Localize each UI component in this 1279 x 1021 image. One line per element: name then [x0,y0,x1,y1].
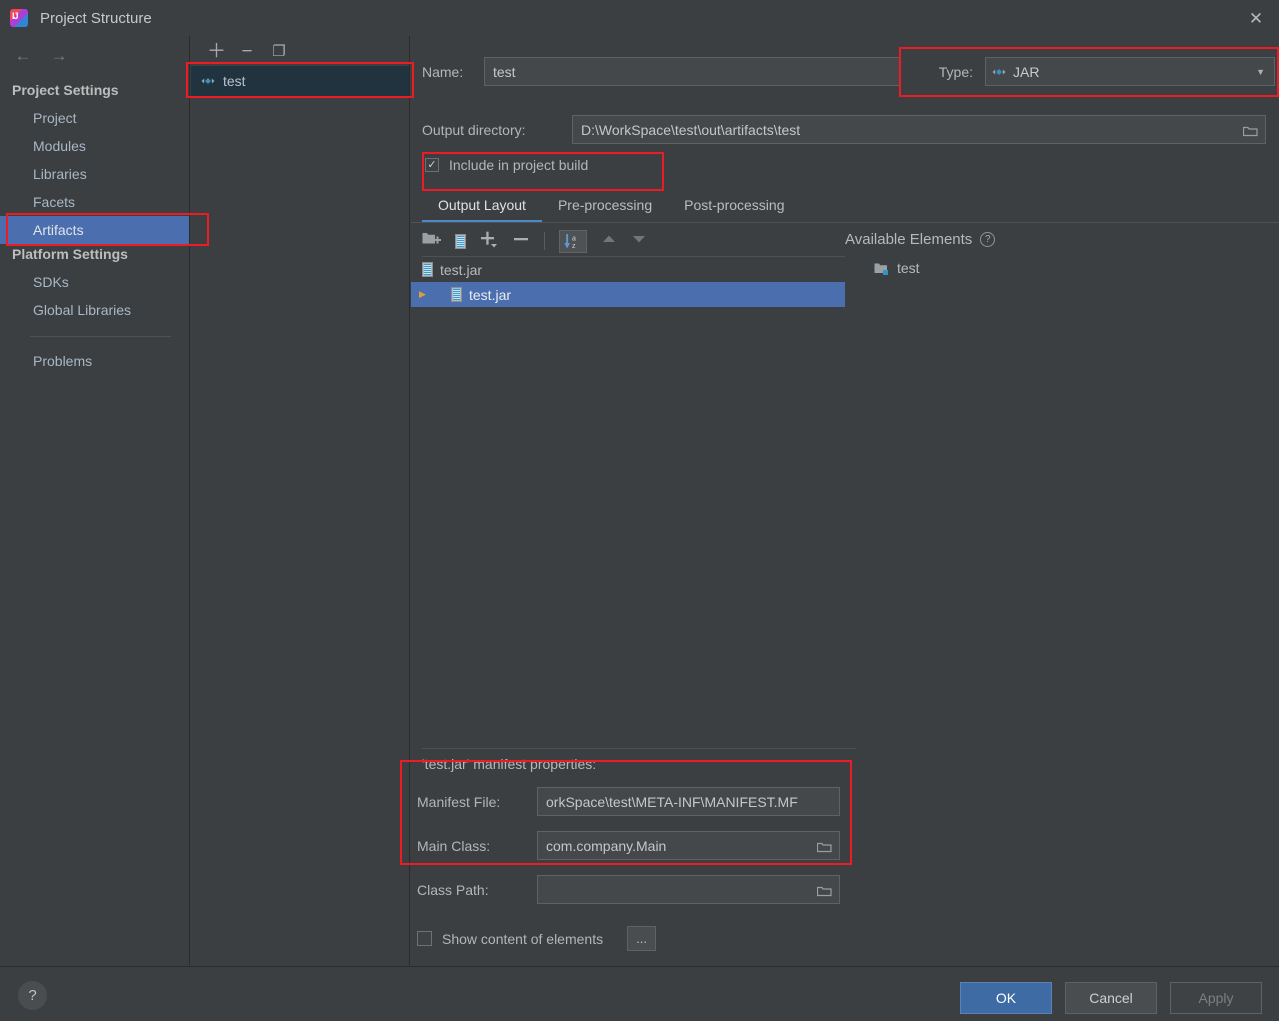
tabs-divider [411,222,1279,223]
module-folder-icon [874,262,889,275]
available-elements-header: Available Elements ? [845,231,996,248]
available-element-item-test[interactable]: test [874,260,920,276]
svg-text:a: a [572,235,576,242]
manifest-file-input[interactable]: orkSpace\test\META-INF\MANIFEST.MF [537,787,840,816]
artifacts-toolbar: ＋ − ❐ [191,36,409,66]
add-directory-button[interactable] [422,231,441,252]
output-directory-value: D:\WorkSpace\test\out\artifacts\test [581,121,801,138]
tree-row-label: test.jar [440,261,483,278]
tree-row[interactable]: ▶ test.jar [411,282,845,307]
show-content-label: Show content of elements [442,930,604,947]
add-artifact-button[interactable]: ＋ [207,42,226,61]
settings-sidebar: ← → Project Settings Project Modules Lib… [0,36,190,965]
artifact-list-item-label: test [223,73,246,89]
manifest-section-title: 'test.jar' manifest properties: [422,756,597,772]
help-button[interactable]: ? [18,981,47,1010]
sidebar-item-artifacts[interactable]: Artifacts [0,216,189,244]
window-title: Project Structure [40,9,152,27]
sidebar-divider [30,336,171,337]
artifact-diamond-icon [201,74,215,88]
available-elements-title: Available Elements [845,231,973,248]
tab-post-processing[interactable]: Post-processing [668,197,800,222]
sidebar-group-platform-settings: Platform Settings [12,246,128,262]
artifact-tabs: Output Layout Pre-processing Post-proces… [422,190,801,222]
tree-row[interactable]: test.jar [411,257,845,282]
manifest-file-label: Manifest File: [417,793,501,810]
help-circle-icon[interactable]: ? [980,232,996,247]
close-icon[interactable]: ✕ [1233,0,1279,36]
artifact-diamond-icon [992,65,1006,79]
add-archive-button[interactable] [455,233,466,249]
manifest-file-row: Manifest File: orkSpace\test\META-INF\MA… [417,787,840,816]
artifact-type-value: JAR [1013,63,1040,80]
title-bar: Project Structure ✕ [0,0,1279,36]
include-in-build-label: Include in project build [449,157,589,173]
output-directory-input[interactable]: D:\WorkSpace\test\out\artifacts\test [572,115,1266,144]
expander-triangle-icon[interactable]: ▶ [419,289,430,300]
sidebar-item-project[interactable]: Project [0,104,189,132]
name-type-row: Name: test Type: JAR ▼ [422,57,1277,86]
artifact-type-select[interactable]: JAR ▼ [985,57,1275,86]
tab-output-layout[interactable]: Output Layout [422,197,542,222]
output-layout-tree: test.jar ▶ test.jar [411,257,845,307]
forward-arrow-icon[interactable]: → [50,46,68,66]
sidebar-item-modules[interactable]: Modules [0,132,189,160]
include-in-build-row[interactable]: ✓ Include in project build [425,157,588,173]
class-path-input[interactable] [537,875,840,904]
folder-icon[interactable] [1242,124,1258,136]
type-label: Type: [938,63,973,80]
artifacts-list-panel: ＋ − ❐ test [191,36,410,965]
sidebar-group-project-settings: Project Settings [12,82,119,98]
show-content-checkbox[interactable] [417,931,432,946]
artifact-name-input[interactable]: test [484,57,901,86]
project-structure-dialog: Project Structure ✕ ← → Project Settings… [0,0,1279,1021]
artifact-editor-panel: Name: test Type: JAR ▼ Output directory:… [411,36,1279,965]
class-path-label: Class Path: [417,881,489,898]
sidebar-item-sdks[interactable]: SDKs [0,268,189,296]
class-path-row: Class Path: [417,875,840,904]
main-class-label: Main Class: [417,837,491,854]
sort-alphabetically-button[interactable]: a z [559,229,587,253]
main-class-row: Main Class: com.company.Main [417,831,840,860]
available-element-label: test [897,260,920,276]
back-arrow-icon[interactable]: ← [14,46,32,66]
sidebar-item-libraries[interactable]: Libraries [0,160,189,188]
svg-text:z: z [572,243,576,250]
tab-pre-processing[interactable]: Pre-processing [542,197,668,222]
main-class-input[interactable]: com.company.Main [537,831,840,860]
output-directory-label: Output directory: [422,121,526,138]
main-class-value: com.company.Main [546,837,667,854]
folder-icon[interactable] [816,840,832,852]
sidebar-navigation: ← → [0,36,189,70]
name-label: Name: [422,63,464,80]
artifact-list-item-test[interactable]: test [191,66,409,96]
output-layout-toolbar: a z [422,227,647,255]
apply-button[interactable]: Apply [1170,982,1262,1014]
ok-button[interactable]: OK [960,982,1052,1014]
manifest-section-divider [422,748,856,749]
move-down-button[interactable] [631,232,647,250]
sidebar-item-problems[interactable]: Problems [0,347,189,375]
copy-artifact-button[interactable]: ❐ [271,44,287,59]
jar-icon [451,287,462,302]
dialog-button-bar: ? OK Cancel Apply [0,966,1279,1021]
remove-element-button[interactable] [512,230,530,253]
tree-row-label: test.jar [469,286,512,303]
sidebar-item-global-libraries[interactable]: Global Libraries [0,296,189,324]
output-directory-row: Output directory: D:\WorkSpace\test\out\… [422,115,1277,144]
show-content-more-button[interactable]: ... [627,926,657,951]
folder-icon[interactable] [816,884,832,896]
toolbar-divider [544,232,545,250]
chevron-down-icon: ▼ [1256,66,1265,77]
sidebar-item-facets[interactable]: Facets [0,188,189,216]
intellij-idea-logo-icon [10,9,28,27]
remove-artifact-button[interactable]: − [239,42,255,61]
jar-icon [422,262,433,277]
add-element-button[interactable] [480,230,498,253]
include-in-build-checkbox[interactable]: ✓ [425,158,439,172]
cancel-button[interactable]: Cancel [1065,982,1157,1014]
move-up-button[interactable] [601,232,617,250]
show-content-row: Show content of elements ... [417,926,657,951]
